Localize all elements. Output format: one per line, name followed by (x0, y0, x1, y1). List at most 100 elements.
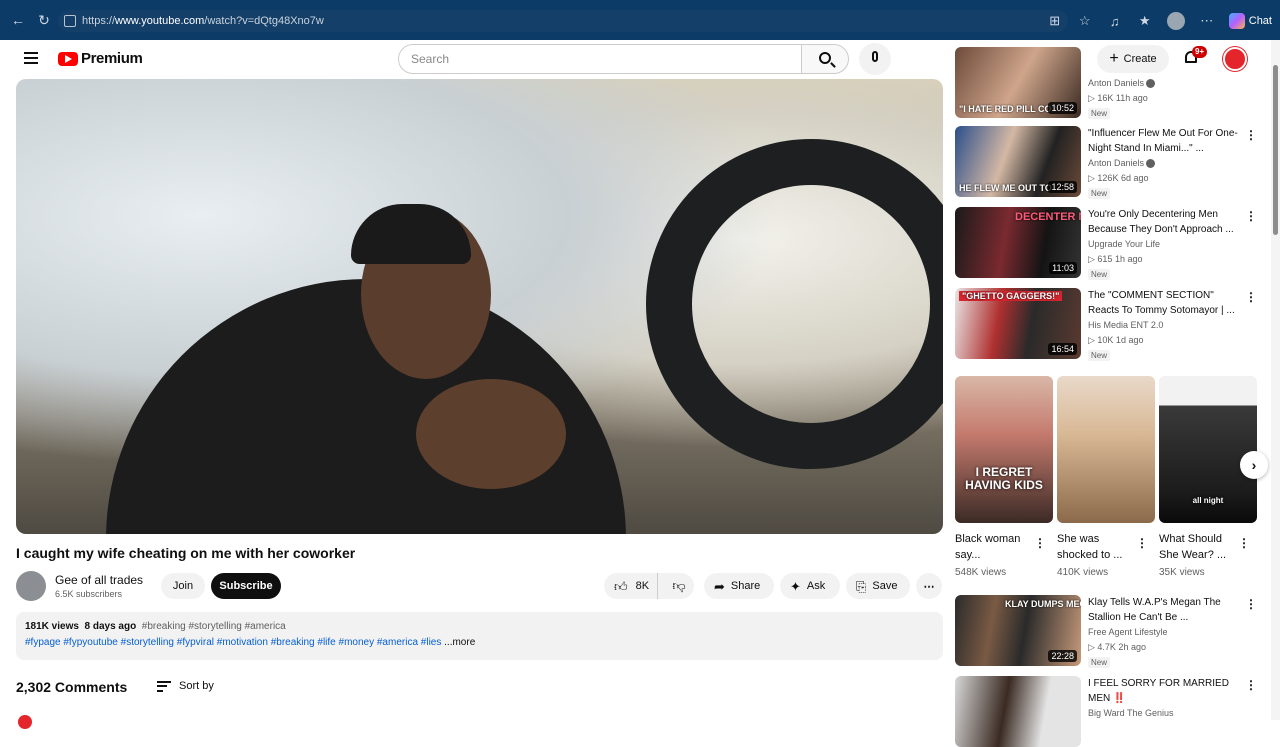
video-more-options-icon[interactable]: ⋮ (1245, 597, 1257, 611)
video-player[interactable] (16, 79, 943, 534)
save-button[interactable]: ⎘ Save (846, 573, 910, 599)
page-scrollbar[interactable] (1271, 40, 1280, 720)
settings-more-icon[interactable]: ⋯ (1199, 13, 1215, 29)
microphone-icon (872, 51, 878, 62)
search-button[interactable] (801, 44, 849, 74)
related-video-item[interactable]: "I HATE RED PILL CO 10:52 Anton Daniels … (955, 47, 1265, 119)
video-frame-steering-wheel (646, 139, 943, 469)
channel-avatar[interactable] (16, 571, 46, 601)
video-channel[interactable]: Upgrade Your Life (1088, 239, 1160, 249)
video-title[interactable]: I FEEL SORRY FOR MARRIED MEN ‼️ (1088, 676, 1243, 706)
video-channel[interactable]: Anton Daniels (1088, 158, 1156, 169)
chat-label: Chat (1248, 15, 1272, 27)
video-more-options-icon[interactable]: ⋮ (1245, 128, 1257, 142)
create-button[interactable]: + Create (1097, 45, 1169, 73)
video-thumbnail[interactable]: KLAY DUMPS MEGAN 22:28 (955, 595, 1081, 666)
short-thumbnail[interactable]: all night (1159, 376, 1257, 523)
back-arrow-icon[interactable]: ← (10, 12, 26, 28)
related-video-item[interactable]: I FEEL SORRY FOR MARRIED MEN ‼️ Big Ward… (955, 676, 1265, 747)
short-more-options-icon[interactable]: ⋮ (1238, 536, 1250, 550)
share-button[interactable]: ➦ Share (704, 573, 774, 599)
scrollbar-thumb[interactable] (1273, 65, 1278, 235)
account-avatar[interactable] (1223, 47, 1247, 71)
video-channel[interactable]: His Media ENT 2.0 (1088, 320, 1163, 330)
video-more-options-icon[interactable]: ⋮ (1245, 290, 1257, 304)
shorts-next-arrow-icon[interactable]: › (1240, 451, 1268, 479)
comment-user-avatar[interactable] (18, 715, 32, 729)
upload-age: 8 days ago (84, 621, 137, 632)
media-icon[interactable]: ♫ (1107, 14, 1123, 29)
site-info-icon[interactable] (64, 15, 76, 27)
search-input[interactable]: Search (398, 44, 802, 74)
refresh-icon[interactable]: ↻ (36, 12, 52, 28)
sort-icon[interactable] (157, 681, 171, 692)
ask-button[interactable]: ✦ Ask (780, 573, 840, 599)
favorites-icon[interactable]: ★ (1137, 13, 1153, 29)
copilot-icon (1228, 13, 1245, 29)
sort-by-button[interactable]: Sort by (179, 680, 214, 692)
save-label: Save (872, 580, 898, 592)
video-more-options-icon[interactable]: ⋮ (1245, 678, 1257, 692)
thumbs-up-icon: 👍︎ (614, 578, 628, 594)
short-title[interactable]: What Should She Wear? ... (1159, 531, 1235, 563)
hashtag-list[interactable]: #fypage #fypyoutube #storytelling #fypvi… (25, 637, 441, 648)
description-hashtags-line: #fypage #fypyoutube #storytelling #fypvi… (25, 637, 934, 648)
related-video-item[interactable]: KLAY DUMPS MEGAN 22:28 Klay Tells W.A.P'… (955, 595, 1265, 668)
app-grid-icon[interactable]: ⊞ (1047, 13, 1063, 29)
short-title[interactable]: She was shocked to ... (1057, 531, 1133, 563)
thumbs-down-icon: 👎︎ (672, 578, 686, 593)
thumbnail-caption: "I HATE RED PILL CO (959, 104, 1052, 114)
short-thumbnail[interactable]: I REGRET HAVING KIDS (955, 376, 1053, 523)
video-more-options-icon[interactable]: ⋮ (1245, 209, 1257, 223)
short-more-options-icon[interactable]: ⋮ (1136, 536, 1148, 550)
copilot-chat-button[interactable]: Chat (1228, 13, 1272, 29)
description-more-link[interactable]: ...more (444, 637, 475, 648)
video-meta: ▷ 16K 11h ago (1088, 93, 1148, 103)
browser-profile-avatar[interactable] (1166, 12, 1185, 30)
description-box[interactable]: 181K views 8 days ago #breaking #storyte… (16, 612, 943, 660)
video-channel[interactable]: Free Agent Lifestyle (1088, 627, 1168, 637)
video-duration: 11:03 (1049, 262, 1077, 274)
hamburger-menu-icon[interactable] (24, 52, 38, 64)
new-badge: New (1088, 657, 1111, 668)
short-title[interactable]: Black woman say... (955, 531, 1031, 563)
youtube-premium-logo[interactable]: Premium (58, 50, 143, 67)
address-bar[interactable]: https://www.youtube.com/watch?v=dQtg48Xn… (58, 10, 1068, 32)
subscribe-button[interactable]: Subscribe (211, 573, 281, 599)
video-meta: ▷ 126K 6d ago (1088, 173, 1149, 183)
thumbnail-caption: "GHETTO GAGGERS!" (959, 291, 1063, 301)
voice-search-button[interactable] (859, 43, 891, 75)
description-stats: 181K views 8 days ago #breaking #storyte… (25, 621, 934, 632)
favorite-star-icon[interactable]: ☆ (1077, 13, 1093, 29)
video-frame-hands (416, 379, 566, 489)
video-thumbnail[interactable]: DECENTER MEN 11:03 (955, 207, 1081, 278)
video-title[interactable]: You're Only Decentering Men Because They… (1088, 207, 1243, 237)
video-duration: 10:52 (1048, 102, 1077, 114)
comments-count: 2,302 Comments (16, 679, 128, 695)
video-meta: ▷ 10K 1d ago (1088, 335, 1144, 345)
video-title[interactable]: "Influencer Flew Me Out For One-Night St… (1088, 126, 1243, 156)
video-title[interactable]: Klay Tells W.A.P's Megan The Stallion He… (1088, 595, 1243, 625)
join-button[interactable]: Join (161, 573, 205, 599)
video-channel[interactable]: Anton Daniels (1088, 78, 1156, 89)
channel-name[interactable]: Gee of all trades (55, 573, 143, 587)
short-thumbnail[interactable] (1057, 376, 1155, 523)
related-video-item[interactable]: HE FLEW ME OUT TO 12:58 "Influencer Flew… (955, 126, 1265, 199)
create-label: Create (1123, 53, 1157, 65)
like-button[interactable]: 👍︎ 8K (604, 573, 659, 599)
related-video-item[interactable]: "GHETTO GAGGERS!" 16:54 The "COMMENT SEC… (955, 288, 1265, 361)
dislike-button[interactable]: 👎︎ (664, 579, 694, 593)
video-thumbnail[interactable]: HE FLEW ME OUT TO 12:58 (955, 126, 1081, 197)
related-video-item[interactable]: DECENTER MEN 11:03 You're Only Decenteri… (955, 207, 1265, 280)
thumbnail-caption: HE FLEW ME OUT TO (959, 183, 1052, 193)
thumbnail-caption: KLAY DUMPS MEGAN (1005, 599, 1081, 609)
video-title[interactable]: The "COMMENT SECTION" Reacts To Tommy So… (1088, 288, 1243, 318)
video-channel[interactable]: Big Ward The Genius (1088, 708, 1174, 718)
video-duration: 22:28 (1048, 650, 1077, 662)
video-thumbnail[interactable]: "I HATE RED PILL CO 10:52 (955, 47, 1081, 118)
more-actions-button[interactable]: ⋯ (916, 573, 942, 599)
video-thumbnail[interactable] (955, 676, 1081, 747)
video-thumbnail[interactable]: "GHETTO GAGGERS!" 16:54 (955, 288, 1081, 359)
short-more-options-icon[interactable]: ⋮ (1034, 536, 1046, 550)
inline-hashtags[interactable]: #breaking #storytelling #america (142, 621, 286, 632)
